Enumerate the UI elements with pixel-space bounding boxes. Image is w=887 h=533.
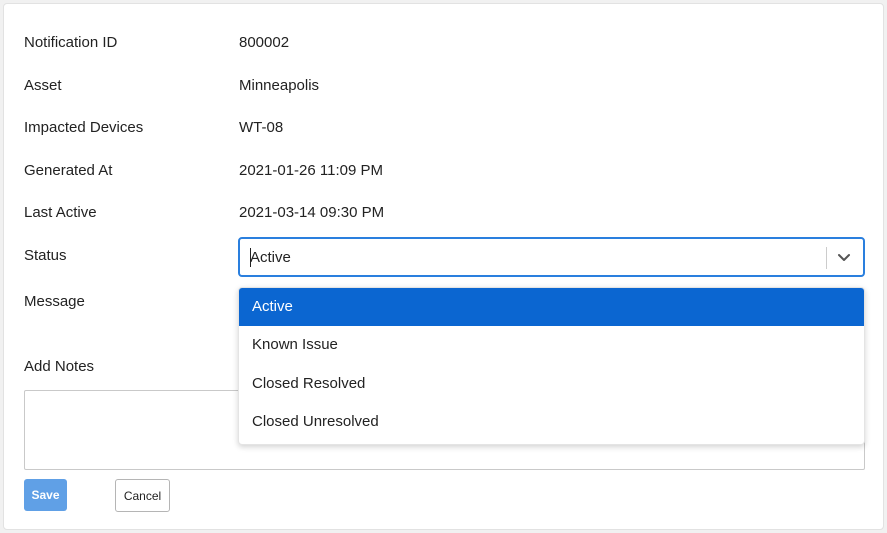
status-select-value: Active: [250, 249, 291, 266]
status-dropdown-menu: Active Known Issue Closed Resolved Close…: [238, 287, 865, 445]
status-select[interactable]: Active: [238, 237, 865, 277]
message-label: Message: [24, 293, 85, 310]
select-separator: [826, 247, 827, 269]
impacted-devices-value: WT-08: [239, 119, 284, 136]
notification-id-label: Notification ID: [24, 34, 118, 51]
status-option-closed-unresolved[interactable]: Closed Unresolved: [239, 403, 864, 441]
status-option-active[interactable]: Active: [239, 288, 864, 326]
asset-label: Asset: [24, 77, 62, 94]
status-option-known-issue[interactable]: Known Issue: [239, 326, 864, 364]
status-label: Status: [24, 247, 67, 264]
status-option-closed-resolved[interactable]: Closed Resolved: [239, 365, 864, 403]
last-active-label: Last Active: [24, 204, 97, 221]
add-notes-label: Add Notes: [24, 358, 95, 375]
chevron-down-icon[interactable]: [833, 246, 855, 268]
notification-detail-panel: Notification ID 800002 Asset Minneapolis…: [3, 3, 884, 530]
asset-value: Minneapolis: [239, 77, 320, 94]
notification-id-value: 800002: [239, 34, 290, 51]
impacted-devices-label: Impacted Devices: [24, 119, 144, 136]
last-active-value: 2021-03-14 09:30 PM: [239, 204, 385, 221]
save-button[interactable]: Save: [24, 479, 67, 511]
generated-at-label: Generated At: [24, 162, 113, 179]
cancel-button[interactable]: Cancel: [115, 479, 170, 512]
generated-at-value: 2021-01-26 11:09 PM: [239, 162, 383, 179]
